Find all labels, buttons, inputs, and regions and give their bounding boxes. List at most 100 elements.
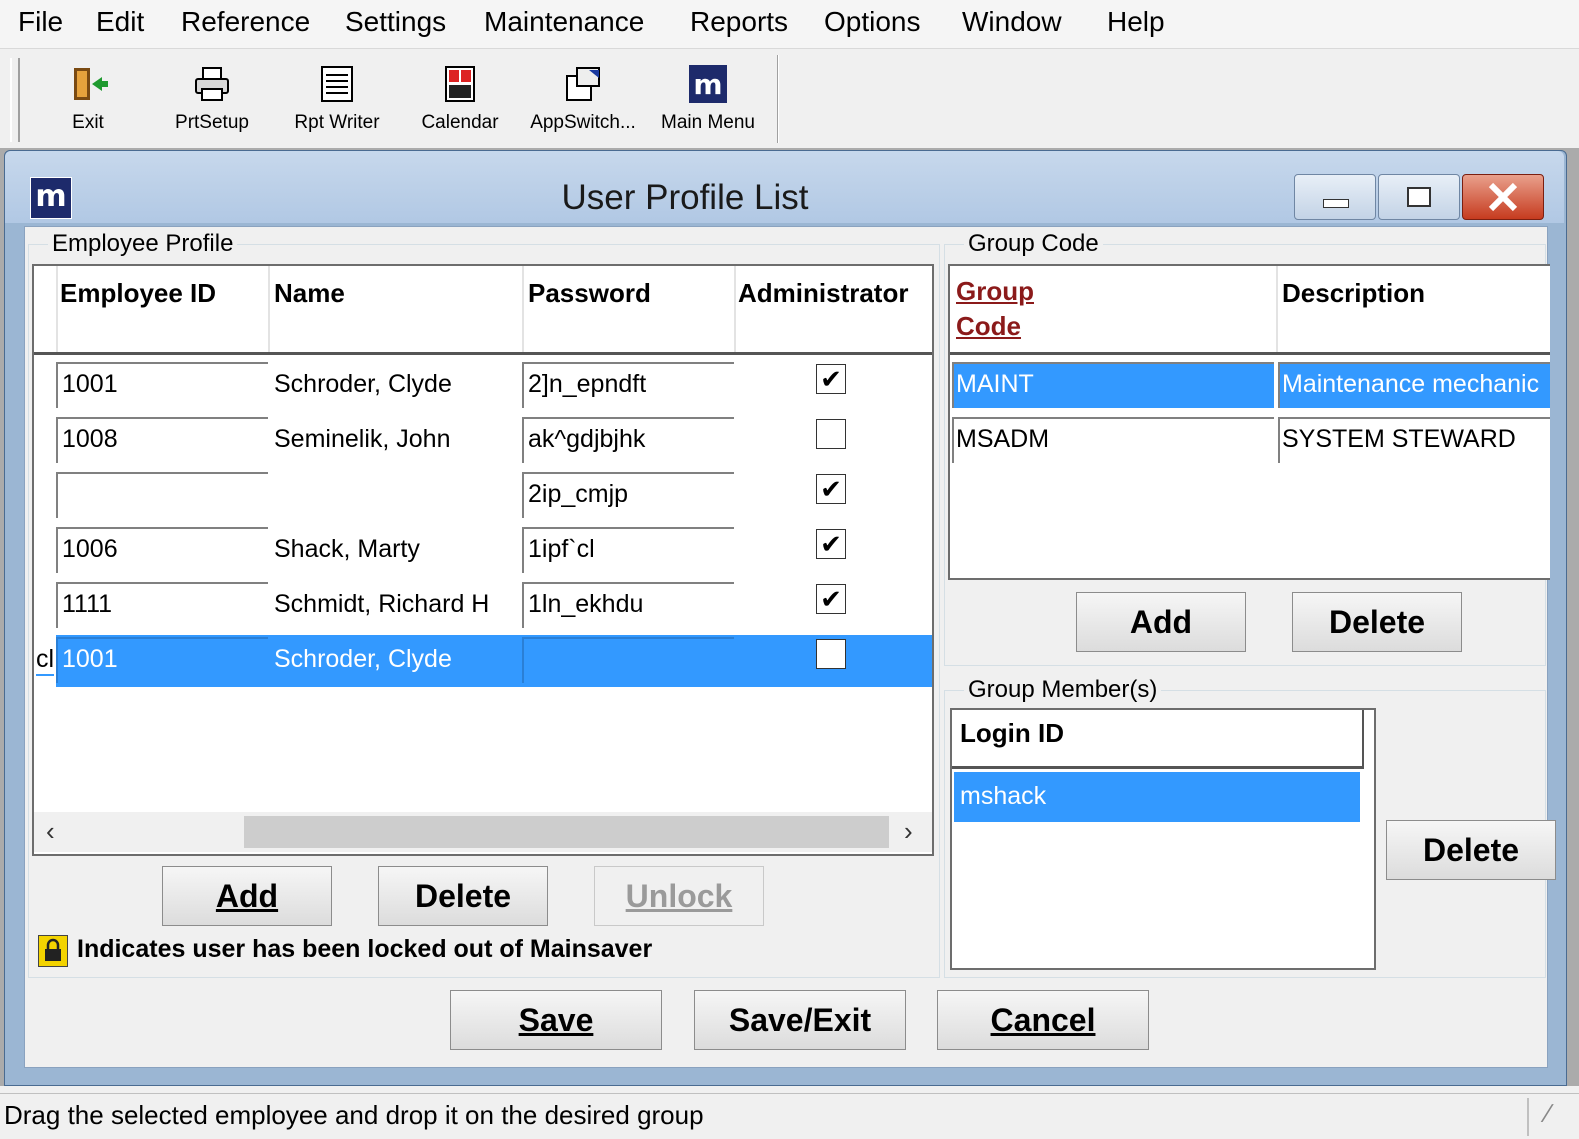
employee-id-cell[interactable]: 1001	[62, 370, 118, 399]
group-code-cell[interactable]: MSADM	[956, 425, 1049, 454]
menu-file[interactable]: File	[18, 6, 63, 38]
group-code-grid[interactable]: Group Code Description MAINT Maintenance …	[948, 264, 1550, 580]
employee-name-cell[interactable]: Seminelik, John	[274, 425, 450, 454]
group-grid-header	[950, 266, 1550, 355]
employee-id-cell[interactable]: 1006	[62, 535, 118, 564]
prtsetup-button[interactable]: PrtSetup	[157, 60, 267, 134]
main-menu-button[interactable]: m Main Menu	[653, 60, 763, 134]
employee-name-cell[interactable]: Schmidt, Richard H	[274, 590, 489, 619]
close-icon	[1488, 182, 1518, 212]
col-password[interactable]: Password	[528, 278, 651, 309]
employee-name-cell[interactable]: Schroder, Clyde	[274, 370, 452, 399]
login-id-cell: mshack	[960, 782, 1047, 810]
employee-delete-button[interactable]: Delete	[378, 866, 548, 926]
toolbar-separator	[777, 55, 779, 143]
restore-button[interactable]	[1378, 174, 1460, 220]
password-cell[interactable]: 2]n_epndft	[528, 370, 646, 399]
group-description-cell[interactable]: SYSTEM STEWARD	[1282, 425, 1548, 454]
menu-maintenance[interactable]: Maintenance	[484, 6, 644, 38]
save-exit-label: Save/Exit	[728, 1002, 872, 1038]
administrator-checkbox[interactable]: ✔	[816, 529, 846, 559]
col-name[interactable]: Name	[274, 278, 345, 309]
administrator-checkbox[interactable]: ✔	[816, 474, 846, 504]
group-code-cell[interactable]: MAINT	[956, 370, 1034, 399]
save-button[interactable]: Save	[450, 990, 662, 1050]
exit-door-icon	[74, 68, 108, 100]
col-employee-id[interactable]: Employee ID	[60, 278, 216, 309]
menu-bar: File Edit Reference Settings Maintenance…	[0, 0, 1579, 49]
cancel-label: Cancel	[990, 1002, 1096, 1038]
resize-grip-icon[interactable]: ∕	[1546, 1098, 1550, 1129]
col-login-id[interactable]: Login ID	[960, 718, 1064, 749]
col-group-code-line2: Code	[956, 311, 1021, 341]
scroll-right-icon[interactable]: ›	[904, 816, 913, 847]
scrollbar-thumb[interactable]	[244, 816, 889, 848]
calendar-label: Calendar	[421, 112, 499, 133]
appswitch-button[interactable]: AppSwitch...	[528, 60, 638, 134]
cancel-button[interactable]: Cancel	[937, 990, 1149, 1050]
administrator-checkbox[interactable]: ✔	[816, 364, 846, 394]
employee-row[interactable]: 1001 Schroder, Clyde 2]n_epndft ✔	[34, 360, 932, 412]
minimize-button[interactable]	[1294, 174, 1376, 220]
app-switch-icon	[566, 67, 600, 101]
close-button[interactable]	[1462, 174, 1544, 220]
password-cell[interactable]: 1ipf`cl	[528, 535, 595, 564]
employee-name-cell[interactable]: Shack, Marty	[274, 535, 420, 564]
administrator-checkbox[interactable]: ✔	[816, 584, 846, 614]
printer-icon	[195, 67, 229, 101]
lock-note: Indicates user has been locked out of Ma…	[77, 935, 653, 963]
employee-profile-label: Employee Profile	[48, 230, 238, 258]
employee-grid[interactable]: Employee ID Name Password Administrator …	[32, 264, 934, 856]
menu-edit[interactable]: Edit	[96, 6, 144, 38]
administrator-checkbox[interactable]	[816, 419, 846, 449]
scroll-left-icon[interactable]: ‹	[46, 816, 55, 847]
password-cell[interactable]: 1ln_ekhdu	[528, 590, 643, 619]
exit-button[interactable]: Exit	[33, 60, 143, 134]
employee-row[interactable]: 2ip_cmjp ✔	[34, 470, 932, 522]
password-cell[interactable]: ak^gdjbjhk	[528, 425, 645, 454]
col-administrator[interactable]: Administrator	[738, 278, 908, 309]
group-add-label: Add	[1129, 604, 1193, 640]
save-exit-button[interactable]: Save/Exit	[694, 990, 906, 1050]
group-delete-label: Delete	[1328, 604, 1426, 640]
save-label: Save	[518, 1002, 594, 1038]
main-menu-label: Main Menu	[661, 112, 755, 133]
menu-reference[interactable]: Reference	[181, 6, 310, 38]
password-cell[interactable]: 2ip_cmjp	[528, 480, 628, 509]
calendar-button[interactable]: Calendar	[405, 60, 515, 134]
unlock-label: Unlock	[625, 878, 733, 914]
administrator-checkbox[interactable]	[816, 639, 846, 669]
employee-id-cell[interactable]: 1008	[62, 425, 118, 454]
menu-window[interactable]: Window	[962, 6, 1062, 38]
col-group-code[interactable]: Group Code	[956, 274, 1034, 344]
menu-reports[interactable]: Reports	[690, 6, 788, 38]
group-description-cell[interactable]: Maintenance mechanic	[1282, 370, 1548, 399]
appswitch-label: AppSwitch...	[530, 112, 636, 133]
employee-id-cell[interactable]: 1111	[62, 590, 112, 619]
employee-name-cell[interactable]: Schroder, Clyde	[274, 645, 452, 674]
employee-grid-hscrollbar[interactable]: ‹ ›	[34, 812, 932, 852]
employee-row[interactable]: 1006 Shack, Marty 1ipf`cl ✔	[34, 525, 932, 577]
group-delete-button[interactable]: Delete	[1292, 592, 1462, 652]
group-code-row[interactable]: MAINT Maintenance mechanic	[950, 360, 1550, 410]
menu-options[interactable]: Options	[824, 6, 921, 38]
employee-row[interactable]: cl 1001 Schroder, Clyde	[34, 635, 932, 687]
minimize-icon	[1323, 199, 1349, 208]
toolbar-grip[interactable]	[10, 58, 20, 142]
col-description[interactable]: Description	[1282, 278, 1425, 309]
employee-id-cell[interactable]: 1001	[62, 645, 118, 674]
menu-help[interactable]: Help	[1107, 6, 1165, 38]
member-delete-button[interactable]: Delete	[1386, 820, 1556, 880]
restore-icon	[1407, 187, 1431, 207]
group-code-row[interactable]: MSADM SYSTEM STEWARD	[950, 415, 1550, 465]
group-members-list[interactable]: Login ID mshack	[950, 708, 1376, 970]
employee-add-button[interactable]: Add	[162, 866, 332, 926]
employee-row[interactable]: 1008 Seminelik, John ak^gdjbjhk	[34, 415, 932, 467]
member-row[interactable]: mshack	[954, 772, 1360, 822]
unlock-button[interactable]: Unlock	[594, 866, 764, 926]
rpt-writer-button[interactable]: Rpt Writer	[282, 60, 392, 134]
group-add-button[interactable]: Add	[1076, 592, 1246, 652]
employee-row[interactable]: 1111 Schmidt, Richard H 1ln_ekhdu ✔	[34, 580, 932, 632]
report-writer-icon	[321, 66, 353, 102]
menu-settings[interactable]: Settings	[345, 6, 446, 38]
